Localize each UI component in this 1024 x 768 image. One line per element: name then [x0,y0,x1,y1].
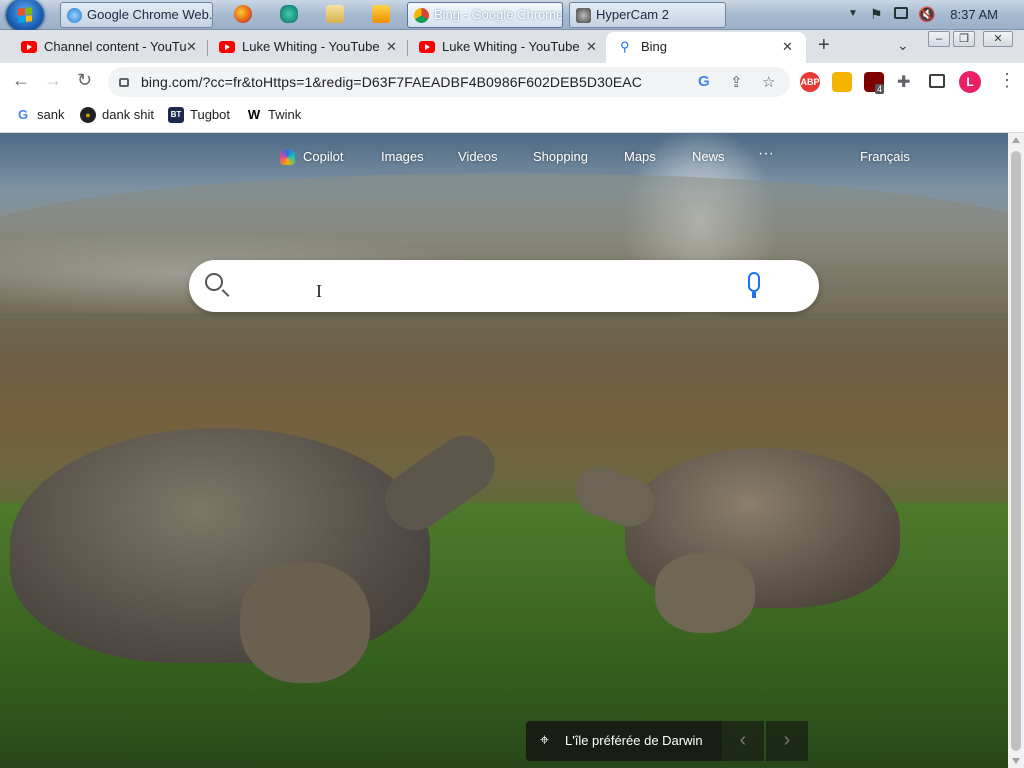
tab-strip: Channel content - YouTu ✕ Luke Whiting -… [0,30,1024,63]
next-image-button[interactable]: › [766,721,808,761]
media-player-icon[interactable] [372,5,390,23]
youtube-icon [419,41,435,53]
location-pin-icon: ⌖ [540,732,550,749]
adblock-plus-icon[interactable]: ABP [800,72,820,92]
app-icon[interactable] [280,5,298,23]
tab-close-icon[interactable]: ✕ [186,32,197,61]
bookmarks-bar: G sank ● dank shit BT Tugbot W Twink [0,101,1024,133]
new-tab-button[interactable]: + [818,34,830,57]
google-icon: G [17,107,29,122]
nav-videos[interactable]: Videos [458,149,498,164]
nav-images[interactable]: Images [381,149,424,164]
volume-muted-icon[interactable]: 🔇 [918,6,935,23]
lock-icon [119,78,129,87]
ublock-badge: 4 [875,84,885,94]
search-icon: ⚲ [620,39,630,54]
nav-copilot[interactable]: Copilot [303,149,343,164]
microphone-icon[interactable] [748,272,760,292]
microphone-stand [752,292,756,298]
search-icon [205,273,223,291]
image-caption[interactable]: ⌖ L'île préférée de Darwin [526,721,722,761]
search-box[interactable]: I [189,260,819,312]
share-icon[interactable]: ⇪ [730,73,743,91]
tab-close-icon[interactable]: ✕ [782,32,793,61]
tab-search-chevron-icon[interactable]: ⌄ [897,37,909,54]
youtube-icon [21,41,37,53]
hypercam-icon [576,8,591,23]
profile-avatar[interactable]: L [959,71,981,93]
bookmark-dank-shit[interactable]: ● dank shit [80,107,154,123]
minimize-button[interactable]: – [928,31,950,47]
copilot-icon [280,150,295,165]
bookmark-twink[interactable]: W Twink [246,107,301,123]
restore-button[interactable]: ❐ [953,31,975,47]
start-button[interactable] [6,0,44,32]
bookmark-tugbot[interactable]: BT Tugbot [168,107,230,123]
clock[interactable]: 8:37 AM [950,7,998,22]
bing-homepage: Copilot Images Videos Shopping Maps News… [0,133,1008,768]
browser-toolbar: ← → ↻ bing.com/?cc=fr&toHttps=1&redig=D6… [0,63,1024,101]
google-translate-icon[interactable]: G [698,73,710,90]
bookmark-star-icon[interactable]: ☆ [762,73,775,91]
forward-arrow-icon[interactable]: → [44,70,62,91]
more-menu-icon[interactable]: ··· [758,145,774,163]
tab-bing[interactable]: ⚲ Bing ✕ [606,32,806,63]
side-panel-icon[interactable] [929,74,945,88]
tab-channel-content[interactable]: Channel content - YouTu ✕ [0,32,205,63]
nav-news[interactable]: News [692,149,725,164]
flag-icon[interactable]: ⚑ [870,6,883,23]
close-window-button[interactable]: ✕ [983,31,1013,47]
internet-explorer-icon [67,8,82,23]
youtube-icon [219,41,235,53]
text-cursor-icon: I [316,281,322,301]
windows-taskbar: Google Chrome Web... Bing - Google Chrom… [0,0,1024,32]
network-icon[interactable] [894,7,908,19]
scroll-down-icon[interactable] [1012,758,1020,764]
language-link[interactable]: Français [860,149,910,164]
bookmark-sank[interactable]: G sank [15,107,65,123]
tortoise-leg-right [655,553,755,633]
tab-close-icon[interactable]: ✕ [586,32,597,61]
wikipedia-icon: W [247,107,261,122]
search-icon-handle [221,289,230,297]
chevron-up-icon[interactable]: ▼ [848,8,858,19]
scroll-up-icon[interactable] [1012,137,1020,143]
bookmark-favicon-icon: BT [168,107,184,123]
windows-logo-icon [18,7,32,23]
taskbar-item-ie[interactable]: Google Chrome Web... [60,2,213,28]
menu-kebab-icon[interactable]: ⋮ [998,70,1016,91]
url-text[interactable]: bing.com/?cc=fr&toHttps=1&redig=D63F7FAE… [141,74,642,90]
extensions-puzzle-icon[interactable]: ✚ [897,72,910,92]
tab-luke-whiting-2[interactable]: Luke Whiting - YouTube ✕ [398,32,606,63]
reload-icon[interactable]: ↻ [77,70,92,91]
tortoise-leg-left [240,563,370,683]
address-bar[interactable]: bing.com/?cc=fr&toHttps=1&redig=D63F7FAE… [108,67,790,97]
system-tray: ▼ ⚑ 🔇 8:37 AM [842,0,1024,30]
scroll-thumb[interactable] [1011,151,1021,751]
back-arrow-icon[interactable]: ← [12,70,30,91]
taskbar-item-hypercam[interactable]: HyperCam 2 [569,2,726,28]
extension-icon[interactable] [832,72,852,92]
nav-maps[interactable]: Maps [624,149,656,164]
chrome-icon [414,8,429,23]
tab-close-icon[interactable]: ✕ [386,32,397,61]
nav-shopping[interactable]: Shopping [533,149,588,164]
tab-luke-whiting-1[interactable]: Luke Whiting - YouTube ✕ [198,32,406,63]
taskbar-item-chrome[interactable]: Bing - Google Chrome [407,2,563,28]
bookmark-favicon-icon: ● [80,107,96,123]
page-scrollbar[interactable] [1008,133,1024,768]
firefox-icon[interactable] [234,5,252,23]
previous-image-button[interactable]: ‹ [722,721,764,761]
file-explorer-icon[interactable] [326,5,344,23]
